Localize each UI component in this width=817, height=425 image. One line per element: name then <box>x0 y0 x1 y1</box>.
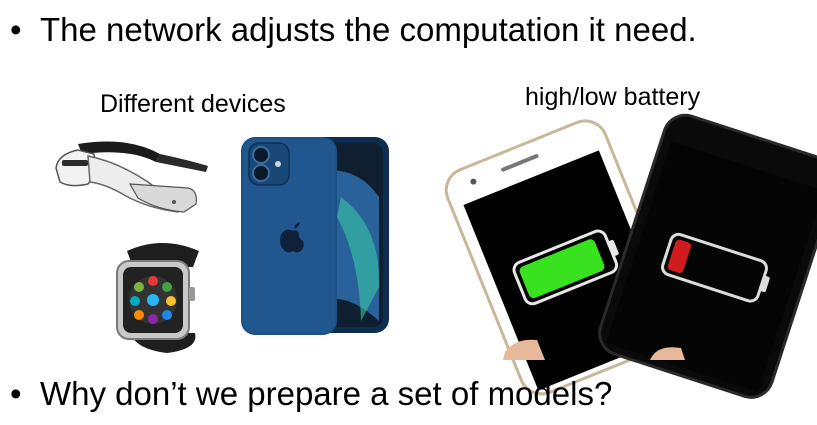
smart-glasses-image <box>55 141 208 213</box>
battery-phones-image <box>444 113 817 399</box>
smartwatch-image <box>116 243 199 353</box>
bullet-network-adjusts: • The network adjusts the computation it … <box>10 10 697 50</box>
bullet-text: The network adjusts the computation it n… <box>40 11 697 48</box>
caption-different-devices: Different devices <box>100 90 286 118</box>
bullet-marker: • <box>10 375 22 412</box>
bullet-marker: • <box>10 11 22 48</box>
blue-smartphone-image <box>241 137 389 335</box>
caption-battery: high/low battery <box>525 83 701 111</box>
bullet-prepare-models: • Why don’t we prepare a set of models? <box>10 374 612 414</box>
bullet-text: Why don’t we prepare a set of models? <box>40 375 613 412</box>
